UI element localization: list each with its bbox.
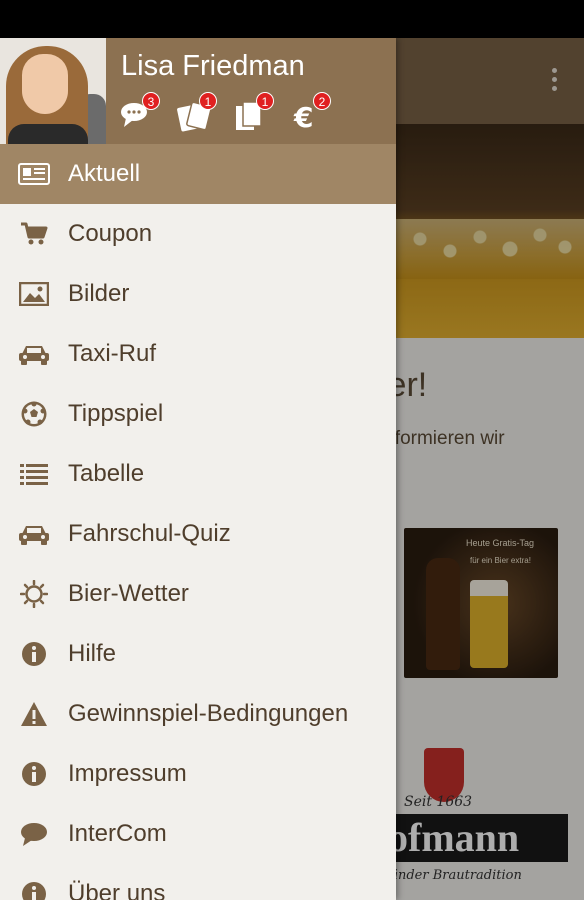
- euro-count: 2: [313, 92, 331, 110]
- messages-badge-button[interactable]: 3: [120, 92, 164, 136]
- newspaper-icon: [18, 163, 50, 185]
- menu-item-tippspiel[interactable]: Tippspiel: [0, 384, 396, 444]
- notification-badges: 3 1 1 € 2: [120, 92, 390, 136]
- documents-count: 1: [256, 92, 274, 110]
- user-name: Lisa Friedman: [121, 50, 305, 82]
- menu-item-bilder[interactable]: Bilder: [0, 264, 396, 324]
- drawer-menu: Aktuell Coupon Bilder Taxi-Ruf Tippspiel…: [0, 144, 396, 900]
- svg-text:€: €: [293, 101, 313, 132]
- menu-item-gewinnspiel-bedingungen[interactable]: Gewinnspiel-Bedingungen: [0, 684, 396, 744]
- menu-item-label: Tippspiel: [68, 400, 164, 427]
- avatar[interactable]: [0, 38, 106, 144]
- menu-item-label: Impressum: [68, 760, 187, 787]
- tickets-badge-button[interactable]: 1: [177, 92, 221, 136]
- euro-badge-button[interactable]: € 2: [291, 92, 335, 136]
- warning-icon: [21, 702, 47, 726]
- list-icon: [20, 464, 48, 485]
- menu-item-label: Bilder: [68, 280, 130, 307]
- menu-item-label: Taxi-Ruf: [68, 340, 157, 367]
- menu-item-label: Gewinnspiel-Bedingungen: [68, 700, 349, 727]
- menu-item-taxi-ruf[interactable]: Taxi-Ruf: [0, 324, 396, 384]
- navigation-drawer: Lisa Friedman 3 1 1 € 2 Aktuell Coupon B…: [0, 38, 396, 900]
- menu-item-bier-wetter[interactable]: Bier-Wetter: [0, 564, 396, 624]
- info-icon: [22, 882, 46, 900]
- menu-item-label: Tabelle: [68, 460, 145, 487]
- car-icon: [19, 346, 49, 365]
- menu-item-intercom[interactable]: InterCom: [0, 804, 396, 864]
- menu-item-label: Bier-Wetter: [68, 580, 189, 607]
- menu-item-ueber-uns[interactable]: Über uns: [0, 864, 396, 900]
- menu-item-aktuell[interactable]: Aktuell: [0, 144, 396, 204]
- menu-item-fahrschul-quiz[interactable]: Fahrschul-Quiz: [0, 504, 396, 564]
- menu-item-hilfe[interactable]: Hilfe: [0, 624, 396, 684]
- sun-icon: [20, 580, 48, 608]
- menu-item-label: Über uns: [68, 880, 166, 900]
- chat-bubble-icon: [21, 823, 47, 846]
- documents-badge-button[interactable]: 1: [234, 92, 278, 136]
- status-bar: [0, 0, 584, 38]
- soccer-ball-icon: [21, 401, 47, 427]
- menu-item-coupon[interactable]: Coupon: [0, 204, 396, 264]
- menu-item-label: Hilfe: [68, 640, 117, 667]
- tickets-count: 1: [199, 92, 217, 110]
- menu-item-impressum[interactable]: Impressum: [0, 744, 396, 804]
- picture-icon: [19, 282, 49, 306]
- shopping-cart-icon: [21, 222, 48, 245]
- menu-item-label: Aktuell: [68, 160, 141, 187]
- menu-item-label: Fahrschul-Quiz: [68, 520, 231, 547]
- info-icon: [22, 762, 46, 786]
- menu-item-tabelle[interactable]: Tabelle: [0, 444, 396, 504]
- car-icon: [19, 526, 49, 545]
- menu-item-label: InterCom: [68, 820, 167, 847]
- menu-item-label: Coupon: [68, 220, 153, 247]
- profile-header: Lisa Friedman 3 1 1 € 2: [0, 38, 396, 144]
- info-icon: [22, 642, 46, 666]
- messages-count: 3: [142, 92, 160, 110]
